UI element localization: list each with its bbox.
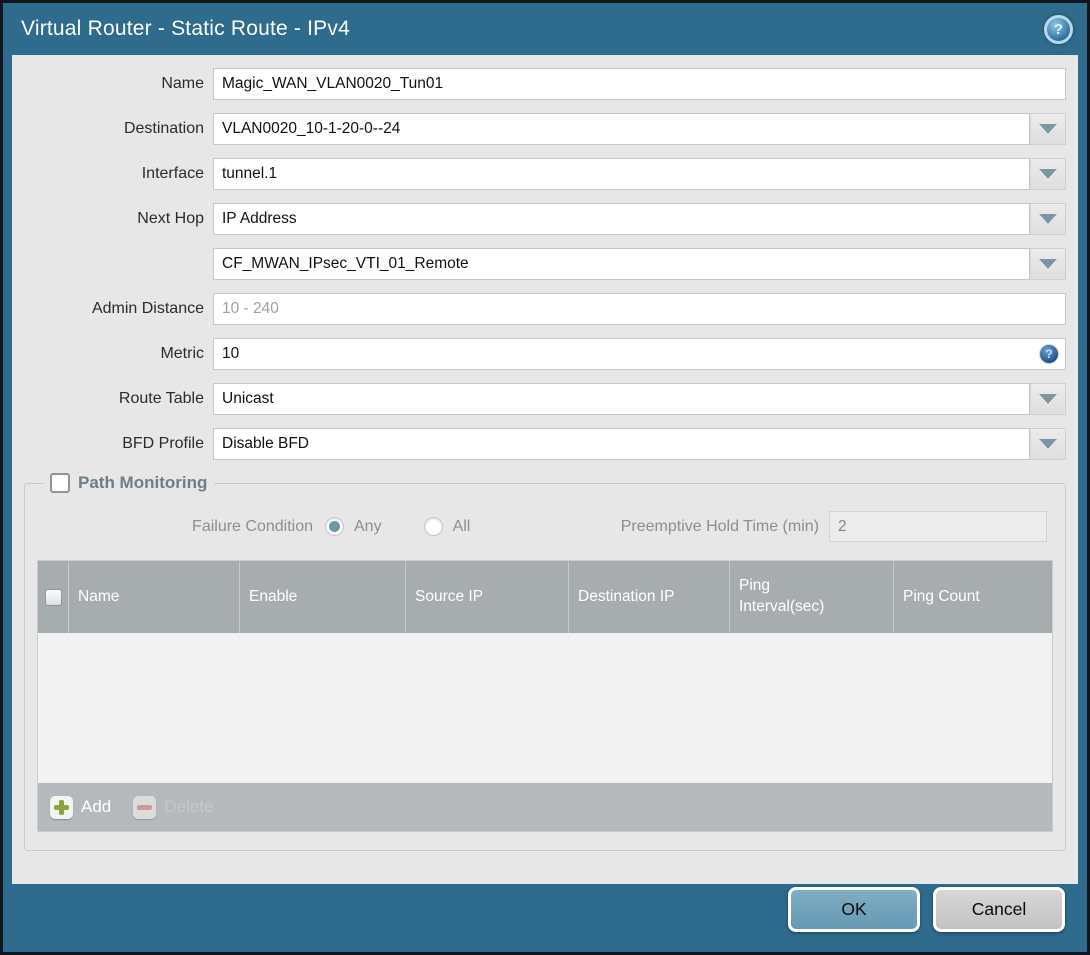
name-row: Name: [12, 68, 1066, 100]
route-table-dropdown-button[interactable]: [1030, 383, 1066, 415]
column-header-source-ip: Source IP: [405, 561, 568, 633]
route-table-label: Route Table: [118, 390, 204, 407]
radio-any[interactable]: [325, 517, 344, 536]
preemptive-hold-time-input[interactable]: [829, 511, 1047, 542]
interface-label: Interface: [141, 165, 204, 182]
bfd-profile-label: BFD Profile: [122, 435, 204, 452]
destination-input[interactable]: [213, 113, 1030, 145]
table-body-empty: [38, 633, 1052, 783]
admin-distance-input[interactable]: [213, 293, 1066, 325]
table-toolbar: Add Delete: [38, 783, 1052, 831]
destination-dropdown-button[interactable]: [1030, 113, 1066, 145]
next-hop-label: Next Hop: [137, 210, 204, 227]
path-monitoring-checkbox[interactable]: [50, 473, 70, 493]
radio-any-label: Any: [354, 517, 382, 535]
metric-label: Metric: [160, 345, 204, 362]
failure-condition-label: Failure Condition: [192, 517, 313, 535]
dialog-title: Virtual Router - Static Route - IPv4: [21, 17, 350, 40]
delete-button[interactable]: Delete: [133, 795, 214, 819]
radio-all[interactable]: [423, 517, 443, 536]
cancel-button[interactable]: Cancel: [933, 887, 1065, 932]
add-button-label: Add: [81, 797, 112, 816]
minus-icon: [133, 795, 157, 819]
delete-button-label: Delete: [164, 797, 214, 816]
dialog-footer: OK Cancel: [3, 881, 1087, 952]
chevron-down-icon: [1039, 439, 1057, 449]
failure-condition-row: Failure Condition Any All Preemptive Hol…: [37, 511, 1047, 542]
next-hop-row: Next Hop: [12, 203, 1066, 235]
path-monitoring-legend: Path Monitoring: [43, 473, 214, 493]
add-button[interactable]: Add: [50, 795, 112, 819]
path-monitoring-section: Path Monitoring Failure Condition Any Al…: [24, 473, 1066, 851]
metric-row: Metric ?: [12, 338, 1066, 370]
dialog-body: Name Destination Interface Next Hop: [12, 55, 1078, 884]
interface-dropdown-button[interactable]: [1030, 158, 1066, 190]
admin-distance-label: Admin Distance: [91, 300, 204, 317]
column-header-ping-count: Ping Count: [893, 561, 1052, 633]
plus-icon: [50, 795, 73, 819]
bfd-profile-row: BFD Profile: [12, 428, 1066, 460]
failure-condition-radio-group: Any All: [325, 517, 502, 536]
help-icon[interactable]: ?: [1044, 14, 1073, 44]
destination-row: Destination: [12, 113, 1066, 145]
column-header-ping-interval: Ping Interval(sec): [729, 561, 893, 633]
route-table-input[interactable]: [213, 383, 1030, 415]
chevron-down-icon: [1039, 124, 1057, 134]
route-table-row: Route Table: [12, 383, 1066, 415]
column-header-name: Name: [68, 561, 239, 633]
select-all-checkbox[interactable]: [44, 588, 62, 606]
column-header-enable: Enable: [239, 561, 405, 633]
preemptive-hold-time-label: Preemptive Hold Time (min): [620, 517, 819, 535]
chevron-down-icon: [1039, 394, 1057, 404]
dialog-virtual-router-static-route: Virtual Router - Static Route - IPv4 ? N…: [3, 3, 1087, 952]
metric-input[interactable]: [213, 338, 1066, 370]
titlebar: Virtual Router - Static Route - IPv4 ?: [3, 3, 1087, 55]
next-hop-address-row: [12, 248, 1066, 280]
next-hop-address-input[interactable]: [213, 248, 1030, 280]
radio-all-label: All: [452, 517, 471, 535]
info-icon[interactable]: ?: [1039, 344, 1059, 364]
next-hop-type-input[interactable]: [213, 203, 1030, 235]
bfd-profile-input[interactable]: [213, 428, 1030, 460]
chevron-down-icon: [1039, 259, 1057, 269]
ok-button[interactable]: OK: [788, 887, 920, 932]
chevron-down-icon: [1039, 214, 1057, 224]
table-header-row: Name Enable Source IP Destination IP Pin…: [38, 561, 1052, 633]
next-hop-type-dropdown-button[interactable]: [1030, 203, 1066, 235]
select-all-cell: [38, 561, 68, 633]
chevron-down-icon: [1039, 169, 1057, 179]
next-hop-address-dropdown-button[interactable]: [1030, 248, 1066, 280]
column-header-destination-ip: Destination IP: [568, 561, 729, 633]
name-input[interactable]: [213, 68, 1066, 100]
destination-label: Destination: [123, 120, 204, 137]
name-label: Name: [161, 75, 204, 92]
path-monitoring-table: Name Enable Source IP Destination IP Pin…: [37, 560, 1053, 832]
admin-distance-row: Admin Distance: [12, 293, 1066, 325]
interface-input[interactable]: [213, 158, 1030, 190]
interface-row: Interface: [12, 158, 1066, 190]
path-monitoring-title: Path Monitoring: [78, 473, 208, 492]
bfd-profile-dropdown-button[interactable]: [1030, 428, 1066, 460]
